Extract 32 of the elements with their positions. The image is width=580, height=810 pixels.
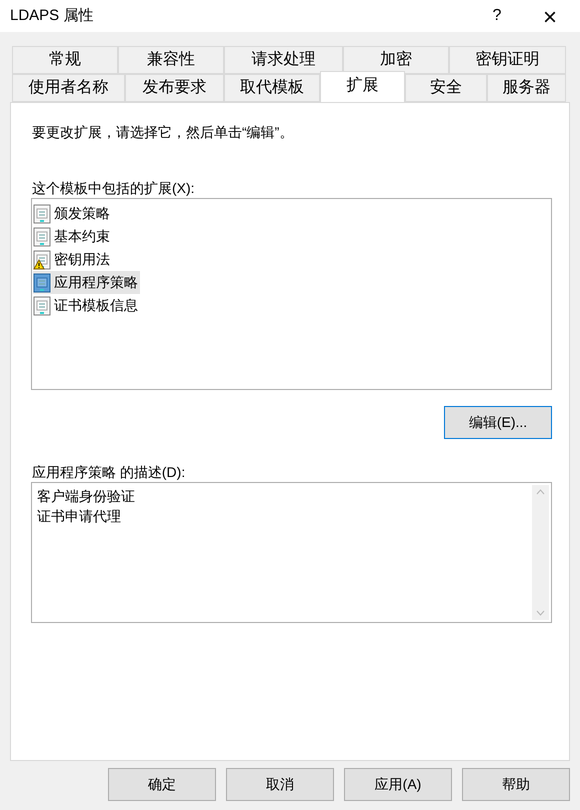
- extension-item[interactable]: 颁发策略: [33, 202, 112, 225]
- description-line: 客户端身份验证: [37, 487, 135, 506]
- tab[interactable]: 取代模板: [224, 74, 320, 102]
- edit-button[interactable]: 编辑(E)...: [444, 406, 552, 439]
- tab[interactable]: 常规: [12, 46, 118, 74]
- dialog-button[interactable]: 确定: [108, 768, 216, 801]
- description-line: 证书申请代理: [37, 507, 121, 526]
- dialog-button[interactable]: 应用(A): [344, 768, 452, 801]
- close-button[interactable]: ×: [520, 0, 580, 32]
- window-title: LDAPS 属性: [10, 6, 94, 26]
- extension-item[interactable]: 密钥用法: [33, 248, 112, 271]
- dialog-button[interactable]: 取消: [226, 768, 334, 801]
- tab[interactable]: 服务器: [487, 74, 566, 102]
- extension-item[interactable]: 基本约束: [33, 225, 112, 248]
- scroll-down-icon: [536, 610, 545, 616]
- document-icon: [33, 272, 51, 292]
- instruction-text: 要更改扩展，请选择它，然后单击“编辑”。: [32, 123, 294, 142]
- tab[interactable]: 扩展: [320, 71, 405, 102]
- extension-item[interactable]: 证书模板信息: [33, 294, 140, 317]
- extension-item[interactable]: 应用程序策略: [33, 271, 140, 294]
- extensions-label: 这个模板中包括的扩展(X):: [32, 179, 196, 198]
- dialog-button[interactable]: 帮助: [462, 768, 570, 801]
- tab[interactable]: 密钥证明: [449, 46, 566, 74]
- tab[interactable]: 发布要求: [125, 74, 224, 102]
- tab[interactable]: 加密: [343, 46, 449, 74]
- help-button[interactable]: ?: [474, 0, 520, 32]
- scroll-up-icon: [536, 489, 545, 495]
- tab[interactable]: 使用者名称: [12, 74, 125, 102]
- description-label: 应用程序策略 的描述(D):: [32, 463, 186, 482]
- tab[interactable]: 请求处理: [224, 46, 343, 74]
- tab[interactable]: 兼容性: [118, 46, 224, 74]
- tab[interactable]: 安全: [405, 74, 487, 102]
